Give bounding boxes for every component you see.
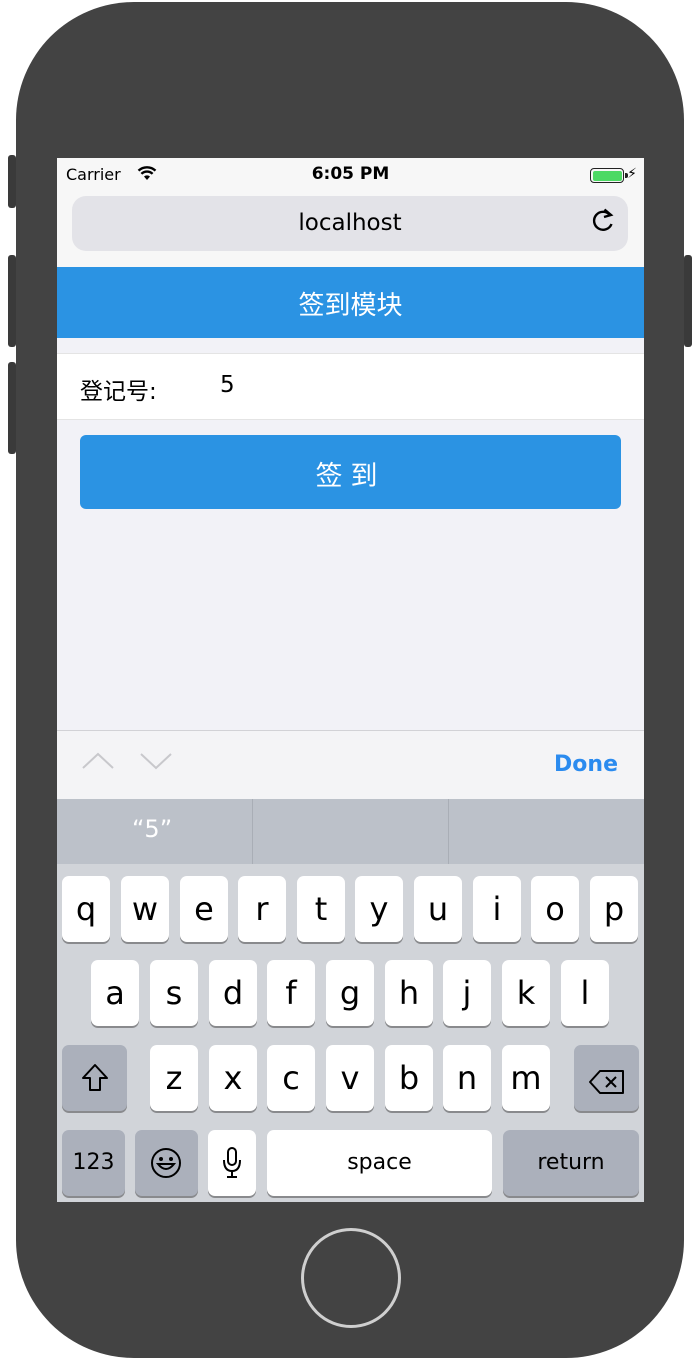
key-u[interactable]: u (414, 876, 462, 942)
browser-toolbar: localhost (57, 194, 644, 267)
suggestion-text: “5” (132, 815, 173, 843)
key-c[interactable]: c (267, 1045, 315, 1111)
key-q[interactable]: q (62, 876, 110, 942)
key-k[interactable]: k (502, 960, 550, 1026)
status-bar: Carrier 6:05 PM ⚡ (57, 158, 644, 194)
page-title: 签到模块 (298, 291, 403, 321)
key-e[interactable]: e (180, 876, 228, 942)
keyboard-accessory-bar: Done (57, 730, 644, 800)
check-in-button-label: 签到 (315, 461, 386, 492)
chevron-down-icon[interactable] (139, 745, 173, 780)
key-m[interactable]: m (502, 1045, 550, 1111)
registration-number-label: 登记号: (80, 379, 157, 405)
suggestion-slot-3[interactable] (449, 799, 644, 864)
shift-icon (81, 1063, 109, 1101)
key-i[interactable]: i (473, 876, 521, 942)
shift-key[interactable] (62, 1045, 127, 1111)
delete-key[interactable] (574, 1045, 639, 1111)
key-z[interactable]: z (150, 1045, 198, 1111)
space-key[interactable]: space (267, 1130, 492, 1196)
suggestion-slot-1[interactable]: “5” (57, 799, 252, 864)
key-j[interactable]: j (443, 960, 491, 1026)
registration-number-input[interactable]: 5 (220, 372, 235, 398)
key-v[interactable]: v (326, 1045, 374, 1111)
key-d[interactable]: d (209, 960, 257, 1026)
key-f[interactable]: f (267, 960, 315, 1026)
suggestion-bar: “5” (57, 799, 644, 864)
microphone-icon (222, 1146, 242, 1188)
done-button[interactable]: Done (554, 752, 618, 777)
key-n[interactable]: n (443, 1045, 491, 1111)
emoji-key[interactable] (135, 1130, 198, 1196)
dictation-key[interactable] (208, 1130, 256, 1196)
key-x[interactable]: x (209, 1045, 257, 1111)
key-a[interactable]: a (91, 960, 139, 1026)
chevron-up-icon[interactable] (81, 745, 115, 780)
home-button[interactable] (301, 1228, 401, 1328)
delete-icon (588, 1065, 626, 1103)
battery-icon (590, 168, 628, 183)
emoji-icon (150, 1147, 182, 1187)
numbers-key[interactable]: 123 (62, 1130, 125, 1196)
check-in-button[interactable]: 签到 (80, 435, 621, 509)
side-button-power (684, 255, 692, 347)
key-s[interactable]: s (150, 960, 198, 1026)
page-header: 签到模块 (57, 267, 644, 338)
return-key[interactable]: return (503, 1130, 639, 1196)
clock: 6:05 PM (311, 164, 390, 184)
key-t[interactable]: t (297, 876, 345, 942)
key-w[interactable]: w (121, 876, 169, 942)
key-h[interactable]: h (385, 960, 433, 1026)
charging-icon: ⚡ (627, 166, 637, 182)
side-button-volume-up (8, 255, 16, 347)
suggestion-slot-2[interactable] (252, 799, 449, 864)
side-button-volume-down (8, 362, 16, 454)
url-text: localhost (298, 210, 402, 236)
reload-icon[interactable] (590, 206, 616, 241)
key-p[interactable]: p (590, 876, 638, 942)
screen: Carrier 6:05 PM ⚡ localhost 签到模块 登记号: 5 … (57, 158, 644, 1202)
key-r[interactable]: r (238, 876, 286, 942)
key-y[interactable]: y (355, 876, 403, 942)
key-l[interactable]: l (561, 960, 609, 1026)
key-b[interactable]: b (385, 1045, 433, 1111)
registration-number-row[interactable]: 登记号: 5 (57, 353, 644, 420)
key-g[interactable]: g (326, 960, 374, 1026)
key-o[interactable]: o (531, 876, 579, 942)
side-button-mute (8, 155, 16, 208)
keyboard: q w e r t y u i o p a s d f g h j k l z … (57, 864, 644, 1202)
address-bar[interactable]: localhost (72, 196, 628, 251)
